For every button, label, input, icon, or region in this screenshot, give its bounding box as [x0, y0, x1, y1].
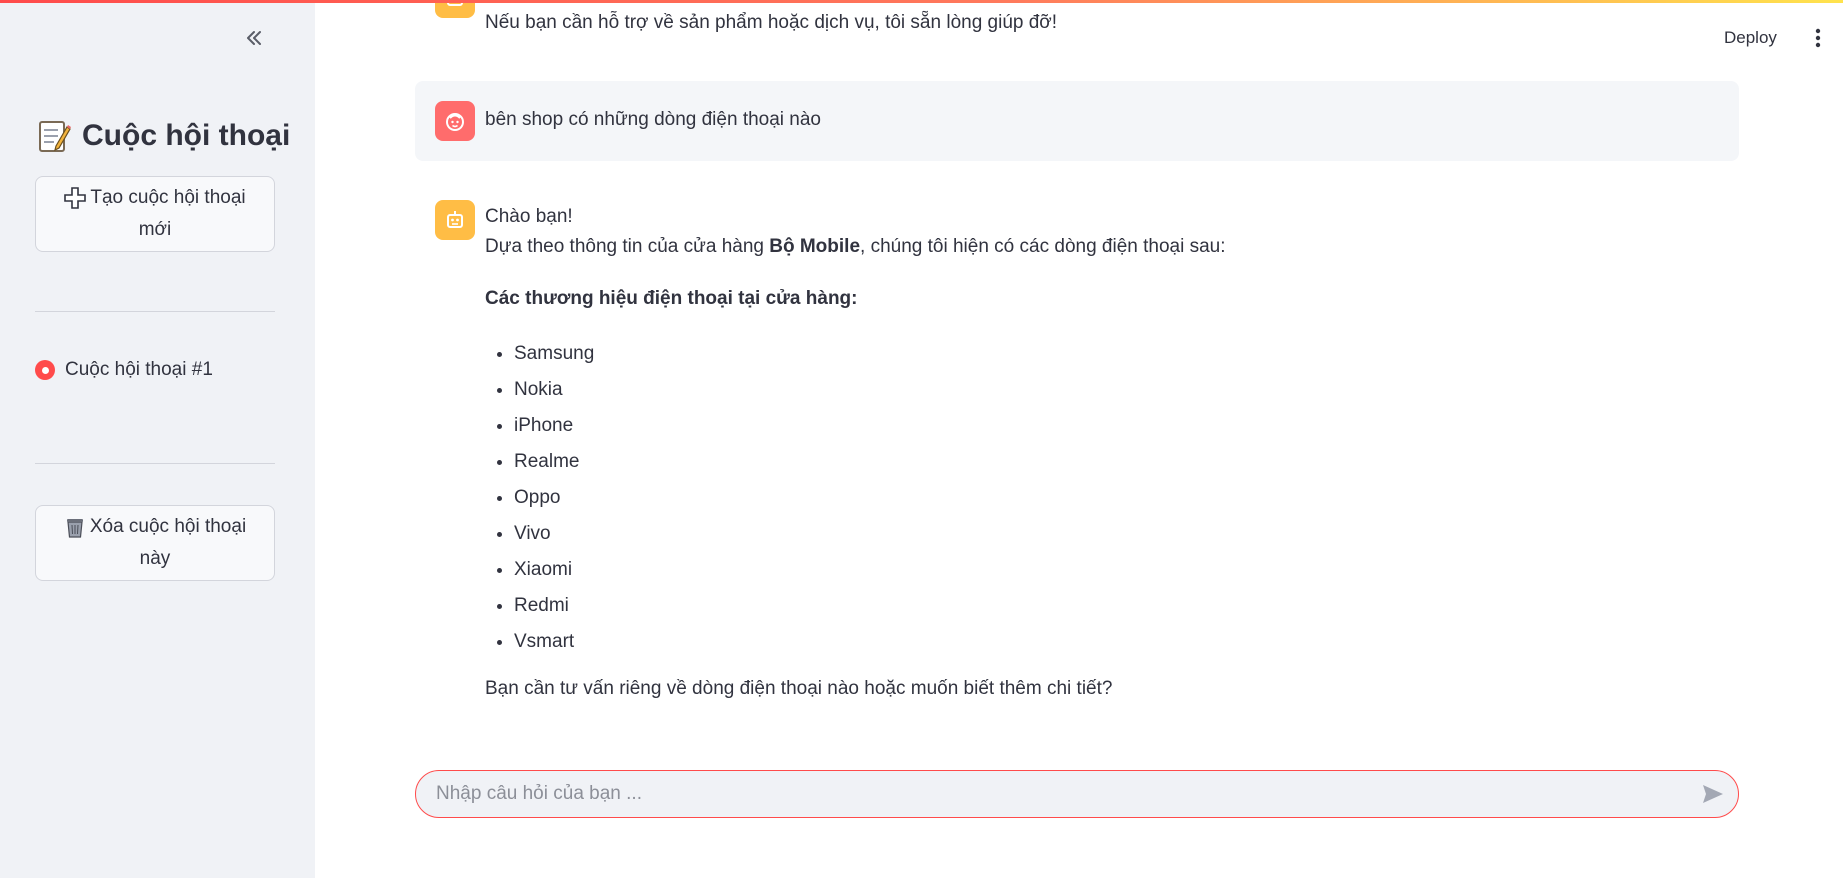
conversation-label: Cuộc hội thoại #1: [65, 359, 213, 380]
brand-list-item: Oppo: [514, 480, 1725, 516]
assistant-greeting: Chào bạn!: [485, 206, 573, 227]
sidebar-divider: [35, 311, 275, 312]
sidebar-title: Cuộc hội thoại: [36, 118, 290, 154]
sidebar: Cuộc hội thoại Tạo cuộc hội thoại mới Cu…: [0, 0, 315, 878]
assistant-closing: Bạn cần tư vấn riêng về dòng điện thoại …: [485, 678, 1113, 699]
store-name: Bộ Mobile: [769, 236, 861, 257]
brand-list-item: Nokia: [514, 372, 1725, 408]
brand-list-item: Samsung: [514, 336, 1725, 372]
brand-list-item: Xiaomi: [514, 552, 1725, 588]
robot-icon: [447, 211, 463, 228]
delete-chat-label-line1: Xóa cuộc hội thoại: [89, 516, 247, 537]
sidebar-divider: [35, 463, 275, 464]
brand-list-item: Realme: [514, 444, 1725, 480]
new-chat-label-line1: Tạo cuộc hội thoại: [90, 187, 246, 208]
user-avatar: [435, 101, 475, 141]
new-chat-button[interactable]: Tạo cuộc hội thoại mới: [35, 176, 275, 252]
intro-text-after: , chúng tôi hiện có các dòng điện thoại …: [860, 236, 1226, 257]
trash-can-icon: [66, 518, 83, 538]
assistant-intro: Dựa theo thông tin của cửa hàng Bộ Mobil…: [485, 232, 1725, 262]
sidebar-title-text: Cuộc hội thoại: [82, 119, 291, 152]
delete-chat-button[interactable]: Xóa cuộc hội thoại này: [35, 505, 275, 581]
send-arrow-icon: [1703, 785, 1723, 803]
new-chat-label-line2: mới: [138, 219, 172, 240]
radio-selected-icon: [35, 360, 55, 380]
assistant-message-body: Chào bạn! Dựa theo thông tin của cửa hàn…: [485, 202, 1725, 704]
send-button[interactable]: [1688, 772, 1738, 816]
brand-list: Samsung Nokia iPhone Realme Oppo Vivo Xi…: [485, 336, 1725, 660]
chat-input-container: [415, 770, 1739, 818]
intro-text-before: Dựa theo thông tin của cửa hàng: [485, 236, 770, 257]
collapse-sidebar-button[interactable]: [238, 22, 270, 54]
delete-chat-label-line2: này: [139, 548, 171, 569]
memo-icon: [39, 121, 71, 152]
brand-list-item: Vsmart: [514, 624, 1725, 660]
chevrons-left-icon: [247, 31, 261, 45]
chat-input[interactable]: [416, 772, 1688, 816]
smiley-face-icon: [446, 113, 464, 131]
brands-heading: Các thương hiệu điện thoại tại cửa hàng:: [485, 288, 858, 309]
brand-list-item: Redmi: [514, 588, 1725, 624]
brand-list-item: iPhone: [514, 408, 1725, 444]
assistant-avatar: [435, 200, 475, 240]
deploy-button[interactable]: Deploy: [1724, 24, 1777, 52]
plus-icon: [64, 187, 87, 209]
top-decoration-bar: [0, 0, 1843, 3]
vertical-dots-icon: [1815, 28, 1821, 48]
brand-list-item: Vivo: [514, 516, 1725, 552]
user-message-text: bên shop có những dòng điện thoại nào: [485, 109, 821, 130]
conversation-item[interactable]: Cuộc hội thoại #1: [35, 358, 213, 382]
assistant-message-text: Nếu bạn cần hỗ trợ về sản phẩm hoặc dịch…: [485, 12, 1058, 33]
main-menu-button[interactable]: [1808, 24, 1828, 52]
